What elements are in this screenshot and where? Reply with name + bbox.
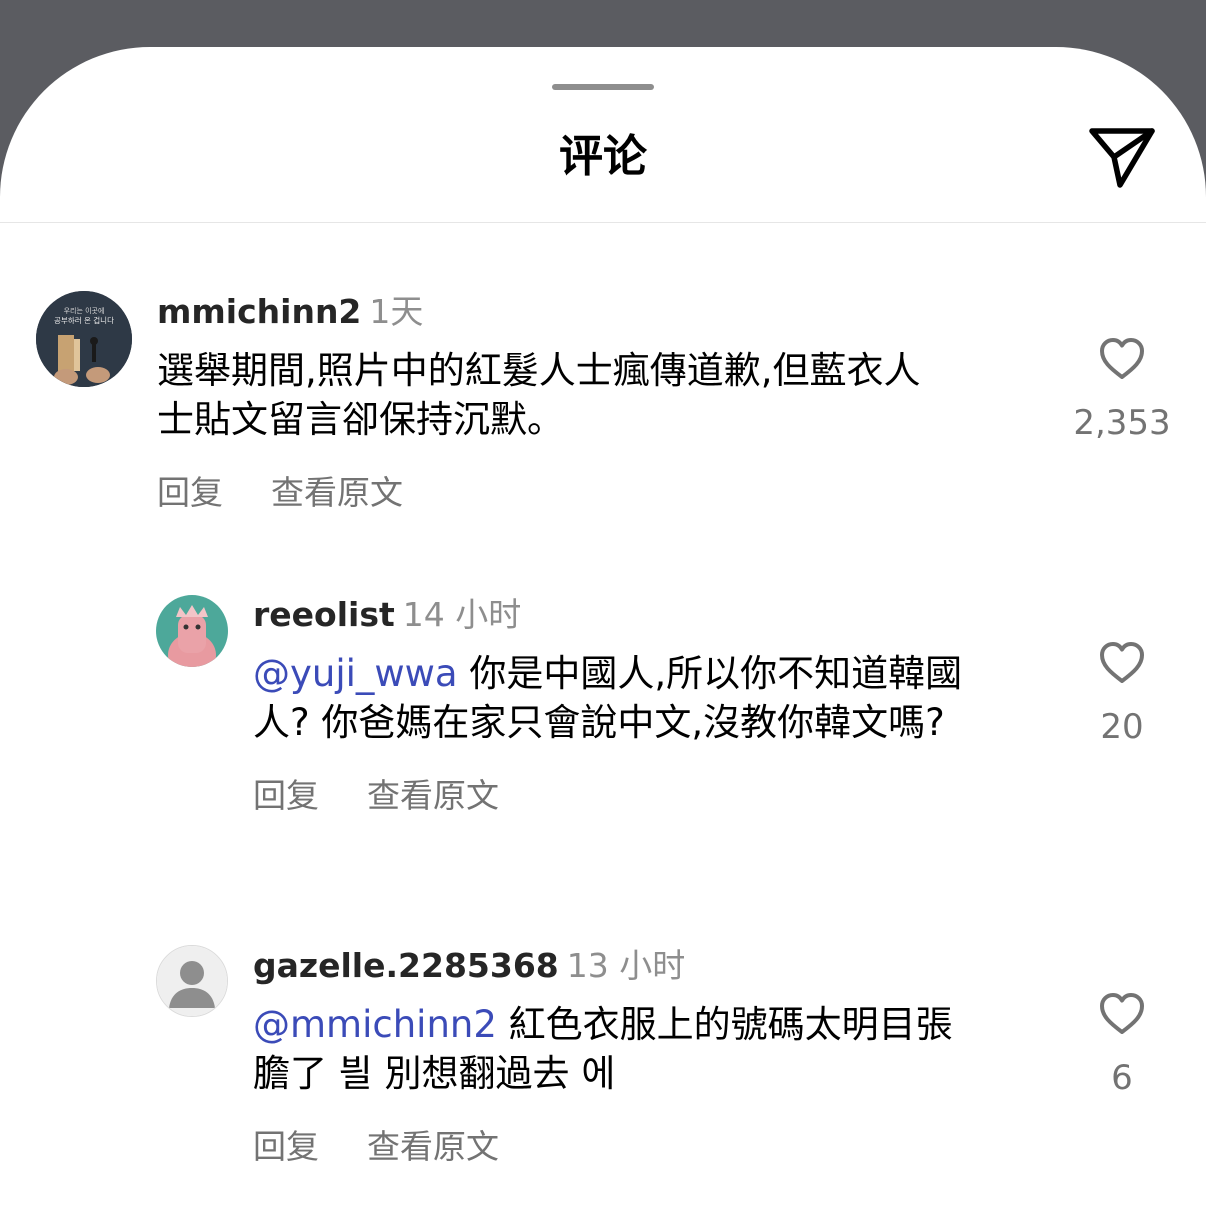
sheet-grabber-handle[interactable] bbox=[552, 84, 654, 90]
reply-button[interactable]: 回复 bbox=[157, 466, 223, 514]
mention-link[interactable]: @yuji_wwa bbox=[253, 652, 458, 695]
comment-time: 13 小时 bbox=[566, 946, 686, 985]
share-button[interactable] bbox=[1086, 123, 1158, 189]
header-divider bbox=[0, 222, 1206, 223]
person-placeholder-icon bbox=[157, 946, 227, 1016]
comment-text-line: @mmichinn2 紅色衣服上的號碼太明目張 bbox=[253, 1000, 1053, 1049]
heart-outline-icon[interactable] bbox=[1098, 992, 1146, 1036]
comment-actions: 回复 查看原文 bbox=[253, 769, 499, 817]
heart-outline-icon[interactable] bbox=[1098, 337, 1146, 381]
comment-meta: reeolist 14 小时 bbox=[253, 595, 521, 635]
comments-sheet: 评论 우리는 이곳에 공부하러 온 겁니다 mmichinn2 1天 選舉期間,… bbox=[0, 47, 1206, 1211]
avatar[interactable]: 우리는 이곳에 공부하러 온 겁니다 bbox=[36, 291, 132, 387]
avatar-image: 우리는 이곳에 공부하러 온 겁니다 bbox=[36, 291, 132, 387]
sheet-title: 评论 bbox=[559, 131, 647, 182]
reply-button[interactable]: 回复 bbox=[253, 769, 319, 817]
see-original-button[interactable]: 查看原文 bbox=[367, 1120, 499, 1168]
comment-text-line: 人? 你爸媽在家只會說中文,沒教你韓文嗎? bbox=[253, 701, 945, 744]
like-count: 2,353 bbox=[1073, 403, 1171, 443]
avatar[interactable] bbox=[156, 945, 228, 1017]
mention-link[interactable]: @mmichinn2 bbox=[253, 1003, 497, 1046]
avatar-text-line2: 공부하러 온 겁니다 bbox=[54, 315, 114, 325]
comment-text-line: @yuji_wwa 你是中國人,所以你不知道韓國 bbox=[253, 649, 1053, 698]
comment-actions: 回复 查看原文 bbox=[253, 1120, 499, 1168]
comment-text: 選舉期間,照片中的紅髮人士瘋傳道歉,但藍衣人 士貼文留言卻保持沉默。 bbox=[157, 346, 1037, 444]
comment-meta: gazelle.2285368 13 小时 bbox=[253, 946, 685, 986]
comment-text-line: 膽了 븰 別想翻過去 에 bbox=[253, 1052, 616, 1095]
comment-text-segment: 你是中國人,所以你不知道韓國 bbox=[469, 652, 963, 695]
comment-time: 14 小时 bbox=[402, 595, 522, 634]
comment-text: @mmichinn2 紅色衣服上的號碼太明目張 膽了 븰 別想翻過去 에 bbox=[253, 1000, 1053, 1098]
avatar-text-line1: 우리는 이곳에 bbox=[64, 306, 105, 315]
like-count: 20 bbox=[1100, 707, 1144, 747]
like-control: 6 bbox=[1062, 992, 1182, 1098]
see-original-button[interactable]: 查看原文 bbox=[367, 769, 499, 817]
comment-username[interactable]: reeolist bbox=[253, 595, 395, 634]
comment-actions: 回复 查看原文 bbox=[157, 466, 403, 514]
comment-text-segment: 紅色衣服上的號碼太明目張 bbox=[508, 1003, 953, 1046]
avatar[interactable] bbox=[156, 595, 228, 667]
comment-username[interactable]: mmichinn2 bbox=[157, 292, 361, 331]
see-original-button[interactable]: 查看原文 bbox=[271, 466, 403, 514]
paper-plane-icon bbox=[1089, 128, 1155, 188]
like-count: 6 bbox=[1111, 1058, 1133, 1098]
reply-button[interactable]: 回复 bbox=[253, 1120, 319, 1168]
comment-text-line: 士貼文留言卻保持沉默。 bbox=[157, 398, 564, 441]
comment-text-line: 選舉期間,照片中的紅髮人士瘋傳道歉,但藍衣人 bbox=[157, 349, 921, 392]
avatar-image bbox=[156, 595, 228, 667]
heart-outline-icon[interactable] bbox=[1098, 641, 1146, 685]
comment-meta: mmichinn2 1天 bbox=[157, 292, 423, 332]
comment-time: 1天 bbox=[369, 292, 424, 331]
comment-username[interactable]: gazelle.2285368 bbox=[253, 946, 559, 985]
comment-text: @yuji_wwa 你是中國人,所以你不知道韓國 人? 你爸媽在家只會說中文,沒… bbox=[253, 649, 1053, 747]
like-control: 2,353 bbox=[1062, 337, 1182, 443]
like-control: 20 bbox=[1062, 641, 1182, 747]
